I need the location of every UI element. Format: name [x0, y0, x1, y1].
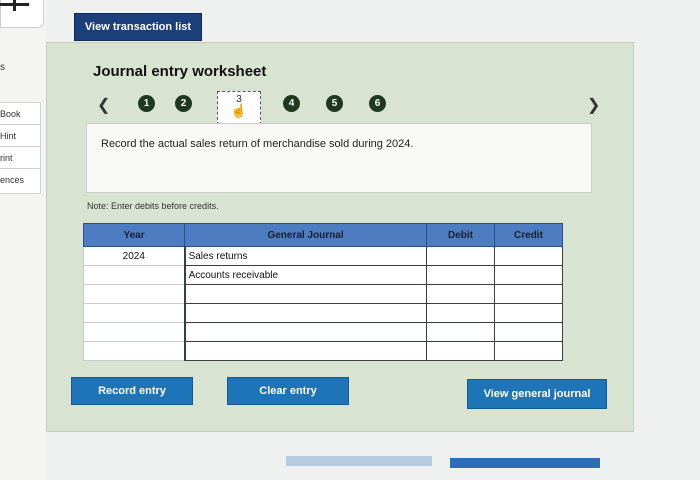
table-row [82, 284, 564, 304]
step-2[interactable]: 2 [175, 95, 192, 112]
instruction-box: Record the actual sales return of mercha… [86, 123, 592, 193]
worksheet-title: Journal entry worksheet [93, 63, 267, 80]
credit-cell[interactable] [493, 246, 564, 266]
credit-cell[interactable] [493, 284, 564, 304]
year-cell [82, 265, 186, 285]
table-row: Accounts receivable [82, 265, 564, 285]
view-general-journal-button[interactable]: View general journal [467, 379, 607, 409]
credit-cell[interactable] [493, 303, 564, 323]
table-row [82, 322, 564, 342]
note-text: Note: Enter debits before credits. [87, 201, 219, 211]
chevron-right-icon[interactable]: ❯ [587, 95, 600, 115]
hand-pointer-icon: ☝ [230, 103, 248, 118]
sidebar-menu: Book Hint rint ences [0, 102, 41, 194]
account-cell[interactable] [183, 322, 428, 342]
sidebar-item-print[interactable]: rint [0, 147, 40, 169]
account-cell[interactable] [183, 284, 428, 304]
journal-table: Year General Journal Debit Credit 2024 S… [82, 223, 564, 361]
sidebar-item-references[interactable]: ences [0, 169, 40, 191]
header-year: Year [82, 223, 186, 247]
sidebar-item-hint[interactable]: Hint [0, 125, 40, 147]
account-cell[interactable] [183, 303, 428, 323]
year-cell: 2024 [82, 246, 186, 266]
step-4[interactable]: 4 [283, 95, 300, 112]
chevron-left-icon[interactable]: ❮ [97, 95, 110, 115]
debit-cell[interactable] [426, 322, 495, 342]
clear-entry-button[interactable]: Clear entry [227, 377, 349, 405]
header-debit: Debit [426, 223, 495, 247]
debit-cell[interactable] [426, 265, 495, 285]
instruction-text: Record the actual sales return of mercha… [101, 138, 414, 150]
account-cell[interactable]: Accounts receivable [183, 265, 428, 285]
credit-cell[interactable] [493, 322, 564, 342]
left-sidebar: s Book Hint rint ences [0, 0, 46, 480]
debit-cell[interactable] [426, 284, 495, 304]
sidebar-fragment: s [0, 62, 5, 73]
header-credit: Credit [493, 223, 564, 247]
table-row: 2024 Sales returns [82, 246, 564, 266]
year-cell [82, 303, 186, 323]
view-transaction-list-button[interactable]: View transaction list [74, 13, 202, 41]
step-6[interactable]: 6 [369, 95, 386, 112]
record-entry-button[interactable]: Record entry [71, 377, 193, 405]
table-row [82, 303, 564, 323]
plus-icon[interactable] [0, 0, 44, 28]
credit-cell[interactable] [493, 265, 564, 285]
year-cell [82, 284, 186, 304]
journal-worksheet-panel: Journal entry worksheet ❮ 1 2 3 ☝ 4 5 6 … [46, 42, 634, 432]
debit-cell[interactable] [426, 303, 495, 323]
year-cell [82, 322, 186, 342]
bottom-scroll-bar [286, 456, 432, 466]
header-general-journal: General Journal [184, 223, 428, 247]
account-cell[interactable]: Sales returns [183, 246, 428, 266]
table-row [82, 341, 564, 361]
debit-cell[interactable] [426, 341, 495, 361]
year-cell [82, 341, 186, 361]
bottom-action-bar [450, 458, 600, 468]
credit-cell[interactable] [493, 341, 564, 361]
step-5[interactable]: 5 [326, 95, 343, 112]
debit-cell[interactable] [426, 246, 495, 266]
step-1[interactable]: 1 [138, 95, 155, 112]
step-3-active[interactable]: 3 ☝ [217, 91, 261, 125]
account-cell[interactable] [183, 341, 428, 361]
sidebar-item-book[interactable]: Book [0, 103, 40, 125]
